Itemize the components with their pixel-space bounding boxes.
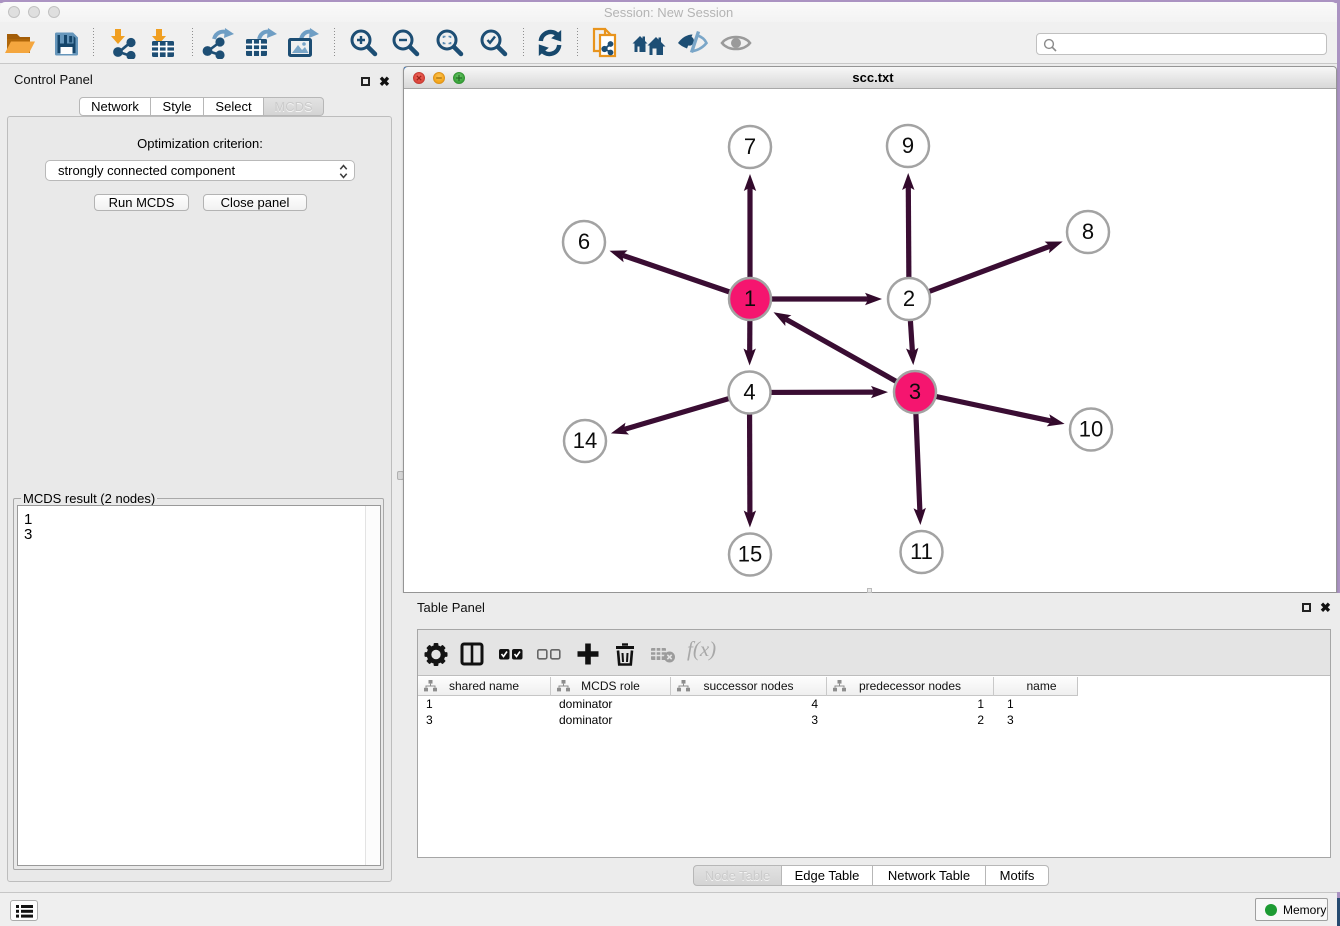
svg-text:4: 4 bbox=[743, 380, 755, 405]
svg-text:6: 6 bbox=[578, 229, 590, 254]
svg-text:8: 8 bbox=[1082, 219, 1094, 244]
svg-text:15: 15 bbox=[738, 542, 762, 567]
svg-text:11: 11 bbox=[910, 539, 933, 564]
svg-text:7: 7 bbox=[744, 134, 756, 159]
svg-text:1: 1 bbox=[744, 286, 756, 311]
svg-text:3: 3 bbox=[909, 379, 921, 404]
svg-text:14: 14 bbox=[573, 428, 597, 453]
svg-text:2: 2 bbox=[903, 286, 915, 311]
svg-text:9: 9 bbox=[902, 133, 914, 158]
svg-text:10: 10 bbox=[1079, 417, 1103, 442]
